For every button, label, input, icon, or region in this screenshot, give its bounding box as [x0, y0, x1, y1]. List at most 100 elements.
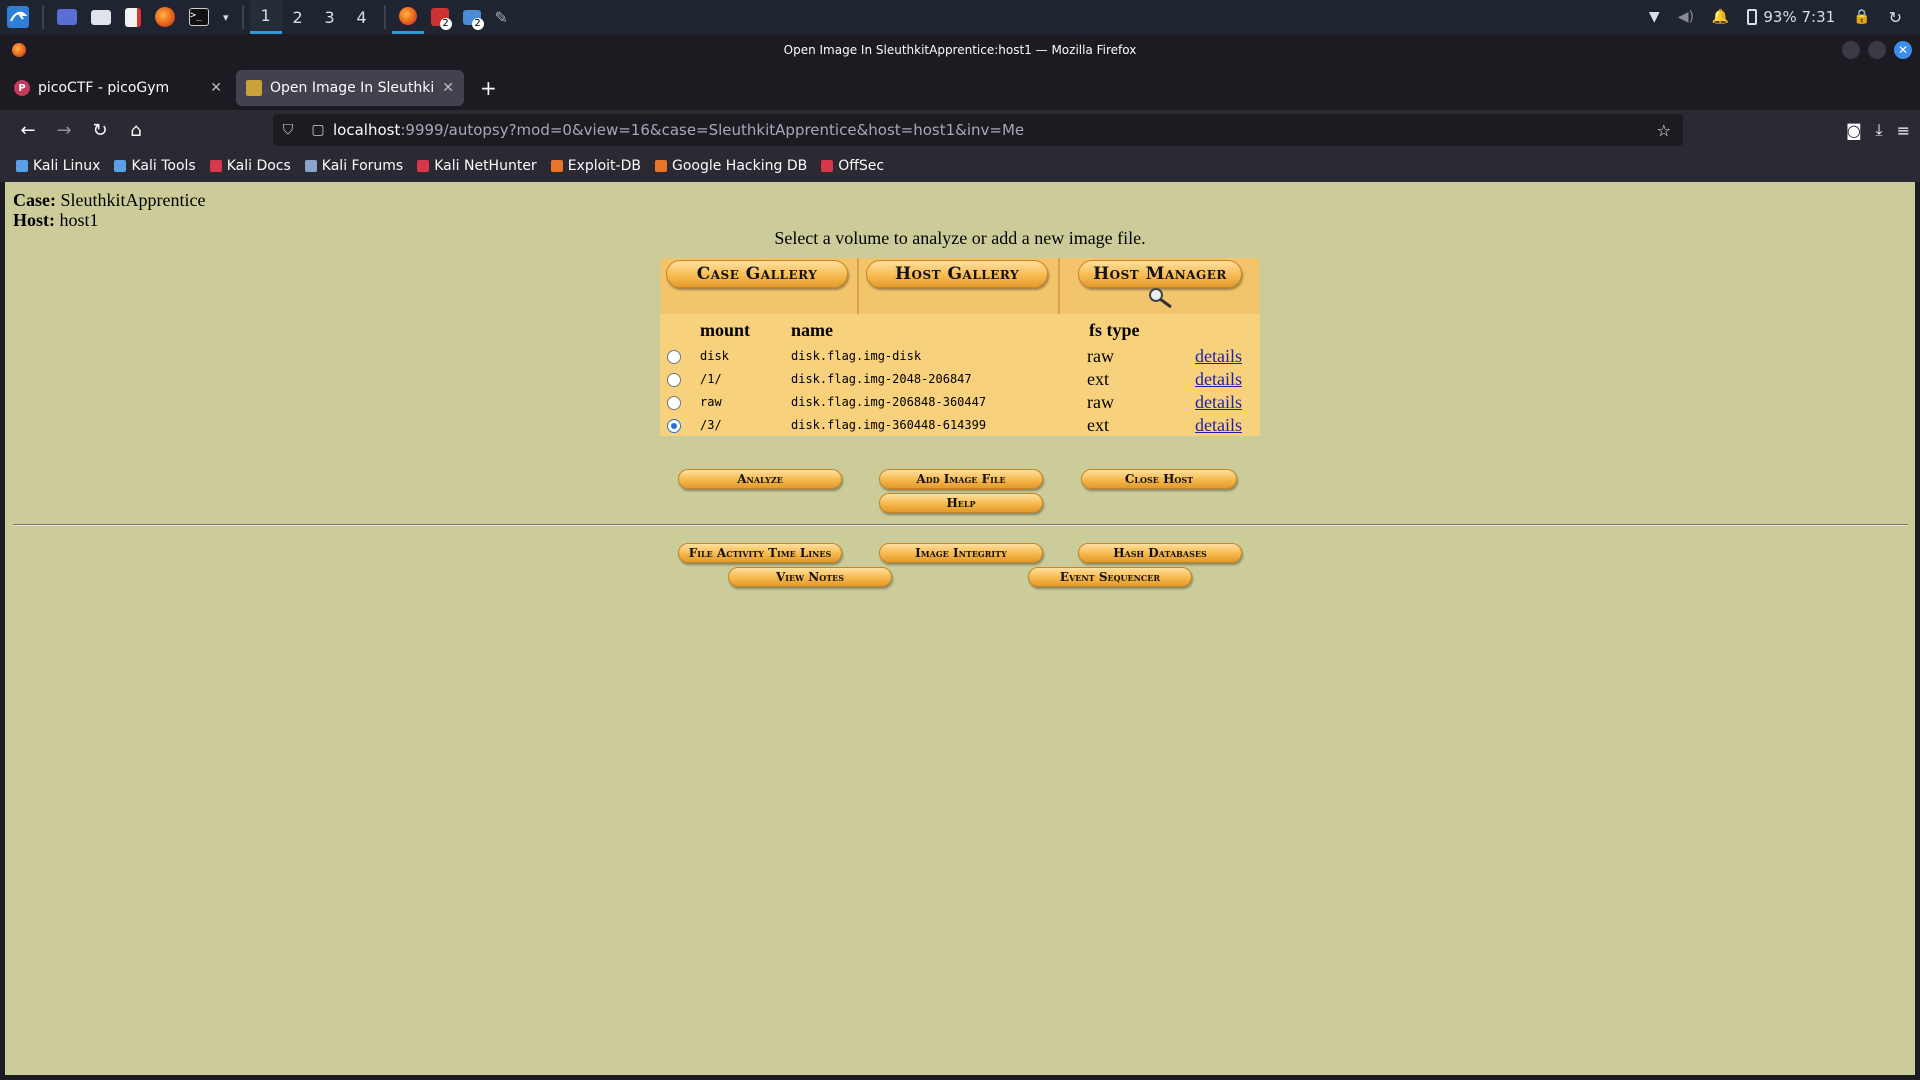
volume-mount: /3/ — [700, 418, 722, 432]
bookmark-kali-tools[interactable]: Kali Tools — [114, 158, 196, 174]
file-activity-timelines-button[interactable]: File Activity Time Lines — [678, 543, 842, 563]
task-app-icon[interactable]: 2 — [424, 0, 456, 34]
maximize-button[interactable] — [1868, 41, 1886, 59]
bookmark-exploit-db[interactable]: Exploit-DB — [550, 158, 641, 174]
analyze-button[interactable]: Analyze — [678, 469, 842, 489]
exploit-db-icon — [550, 160, 563, 172]
details-link[interactable]: details — [1195, 415, 1242, 436]
bookmark-star-icon[interactable]: ☆ — [1657, 121, 1683, 140]
host-gallery-button[interactable]: Host Gallery — [866, 260, 1048, 288]
case-gallery-button[interactable]: Case Gallery — [666, 260, 848, 288]
column-header-mount: mount — [700, 320, 751, 340]
back-button[interactable]: ← — [10, 114, 46, 146]
volume-radio[interactable] — [667, 350, 681, 364]
tab-autopsy[interactable]: Open Image In SleuthkitA ✕ — [236, 70, 464, 106]
show-desktop-icon[interactable] — [50, 0, 84, 34]
details-link[interactable]: details — [1195, 369, 1242, 390]
reload-button[interactable]: ↻ — [82, 114, 118, 146]
firefox-task-icon[interactable] — [391, 0, 424, 34]
kali-menu-icon[interactable] — [0, 0, 36, 34]
volume-radio[interactable] — [667, 419, 681, 433]
bookmark-kali-docs[interactable]: Kali Docs — [209, 158, 291, 174]
volume-radio[interactable] — [667, 396, 681, 410]
host-value: host1 — [59, 210, 99, 230]
close-window-button[interactable]: ✕ — [1894, 41, 1912, 59]
volume-name: disk.flag.img-disk — [791, 349, 922, 363]
volume-icon[interactable]: ◀) — [1678, 9, 1694, 25]
volume-mount: /1/ — [700, 372, 722, 386]
page-info-icon[interactable]: ▢ — [303, 122, 333, 138]
home-button[interactable]: ⌂ — [118, 114, 154, 146]
close-tab-icon[interactable]: ✕ — [442, 80, 454, 96]
bookmark-label: Exploit-DB — [567, 158, 641, 174]
battery-clock-text: 93% 7:31 — [1763, 8, 1836, 26]
host-manager-button[interactable]: Host Manager — [1078, 260, 1242, 288]
task-badge: 2 — [471, 18, 484, 30]
menu-icon[interactable]: ≡ — [1897, 121, 1910, 140]
volume-radio[interactable] — [667, 373, 681, 387]
column-header-name: name — [791, 320, 833, 340]
tab-title: Open Image In SleuthkitA — [270, 80, 435, 96]
task-tool-icon[interactable]: ✎ — [488, 0, 515, 34]
page-prompt: Select a volume to analyze or add a new … — [774, 228, 1146, 248]
forward-button[interactable]: → — [46, 114, 82, 146]
task-folder-icon[interactable]: 2 — [456, 0, 488, 34]
column-header-fstype: fs type — [1089, 320, 1140, 340]
task-badge: 2 — [439, 18, 452, 30]
details-link[interactable]: details — [1195, 392, 1242, 413]
text-editor-icon[interactable] — [118, 0, 148, 34]
add-image-file-button[interactable]: Add Image File — [879, 469, 1043, 489]
url-bar[interactable]: ⛉ ▢ localhost:9999/autopsy?mod=0&view=16… — [273, 114, 1683, 146]
new-tab-button[interactable]: + — [468, 76, 509, 100]
shield-icon[interactable]: ⛉ — [273, 122, 303, 138]
notifications-icon[interactable]: 🔔 — [1712, 9, 1729, 25]
bookmark-kali-linux[interactable]: Kali Linux — [16, 158, 100, 174]
close-tab-icon[interactable]: ✕ — [210, 80, 222, 96]
close-host-button[interactable]: Close Host — [1081, 469, 1237, 489]
navigation-toolbar: ← → ↻ ⌂ ⛉ ▢ localhost:9999/autopsy?mod=0… — [0, 110, 1920, 150]
details-link[interactable]: details — [1195, 346, 1242, 367]
top-panel: >_ ▾ 1 2 3 4 2 2 ✎ ▼ ◀) 🔔 93% 7:31 🔒 ↻ — [0, 0, 1920, 34]
lock-icon[interactable]: 🔒 — [1853, 9, 1870, 25]
host-label: Host: — [13, 210, 55, 230]
event-sequencer-button[interactable]: Event Sequencer — [1028, 567, 1192, 587]
tab-title: picoCTF - picoGym — [38, 80, 170, 96]
tab-picoctf[interactable]: P picoCTF - picoGym ✕ — [4, 70, 232, 106]
url-host: localhost — [333, 121, 401, 139]
bookmark-label: Kali Linux — [33, 158, 101, 174]
table-row: /3/ disk.flag.img-360448-614399 ext deta… — [660, 413, 1260, 436]
terminal-icon[interactable]: >_ — [182, 0, 216, 34]
bookmark-label: Kali Forums — [321, 158, 404, 174]
image-integrity-button[interactable]: Image Integrity — [879, 543, 1043, 563]
workspace-1[interactable]: 1 — [249, 0, 282, 34]
firefox-launcher-icon[interactable] — [148, 0, 182, 34]
volume-fstype: raw — [1087, 346, 1114, 366]
gallery-tabs: Case Gallery Host Gallery Host Manager — [660, 258, 1260, 314]
wifi-icon[interactable]: ▼ — [1649, 9, 1660, 25]
bookmark-label: Kali Tools — [131, 158, 196, 174]
panel-separator — [42, 5, 44, 29]
workspace-4[interactable]: 4 — [346, 0, 378, 34]
table-row: disk disk.flag.img-disk raw details — [660, 344, 1260, 367]
battery-status[interactable]: 93% 7:31 — [1747, 8, 1835, 26]
minimize-button[interactable] — [1842, 41, 1860, 59]
bookmark-google-hacking-db[interactable]: Google Hacking DB — [654, 158, 807, 174]
volume-name: disk.flag.img-2048-206847 — [791, 372, 972, 386]
chevron-down-icon[interactable]: ▾ — [216, 0, 236, 34]
file-manager-icon[interactable] — [84, 0, 118, 34]
window-title: Open Image In SleuthkitApprentice:host1 … — [783, 43, 1137, 57]
logout-icon[interactable]: ↻ — [1889, 8, 1902, 27]
view-notes-button[interactable]: View Notes — [728, 567, 892, 587]
help-button[interactable]: Help — [879, 493, 1043, 513]
workspace-3[interactable]: 3 — [314, 0, 346, 34]
workspace-2[interactable]: 2 — [282, 0, 314, 34]
downloads-icon[interactable]: ⤓ — [1876, 120, 1883, 140]
bookmark-kali-nethunter[interactable]: Kali NetHunter — [417, 158, 537, 174]
bookmark-offsec[interactable]: OffSec — [821, 158, 884, 174]
volume-mount: raw — [700, 395, 722, 409]
magnifier-icon — [1149, 288, 1172, 309]
autopsy-page: Case: SleuthkitApprentice Host: host1 Se… — [5, 182, 1915, 1075]
bookmark-kali-forums[interactable]: Kali Forums — [304, 158, 404, 174]
hash-databases-button[interactable]: Hash Databases — [1078, 543, 1242, 563]
pocket-icon[interactable]: ◙ — [1846, 121, 1862, 140]
